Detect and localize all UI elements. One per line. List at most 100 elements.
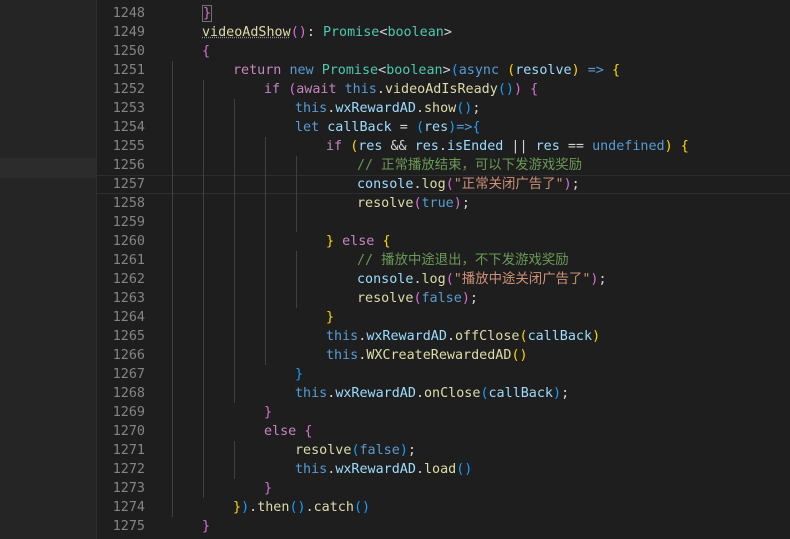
code-token: offClose — [455, 329, 520, 344]
indent-guide — [234, 289, 235, 308]
code-token: > — [442, 63, 451, 78]
code-token: . — [415, 386, 424, 401]
line-number: 1274 — [112, 500, 145, 515]
code-token: "播放中途关闭广告了" — [453, 272, 591, 287]
code-line[interactable]: 1251 return new Promise<boolean>(async (r… — [97, 61, 790, 80]
code-token: ) — [553, 386, 562, 401]
code-token: else — [334, 234, 383, 249]
code-line[interactable]: 1265 this.wxRewardAD.offClose(callBack) — [97, 327, 790, 346]
code-token: } — [326, 234, 335, 249]
code-line[interactable]: 1261 // 播放中途退出，不下发游戏奖励 — [97, 251, 790, 270]
code-line[interactable]: 1262 console.log("播放中途关闭广告了"); — [97, 270, 790, 289]
code-line[interactable]: 1258 resolve(true); — [97, 194, 790, 213]
code-line[interactable]: 1256 // 正常播放结束，可以下发游戏奖励 — [97, 156, 790, 175]
code-token: await — [296, 82, 345, 97]
code-token: { — [530, 82, 539, 97]
code-line[interactable]: 1257 console.log("正常关闭广告了"); — [97, 175, 790, 194]
code-line[interactable]: 1270 else { — [97, 422, 790, 441]
code-token: { — [611, 63, 620, 78]
code-token: ) — [513, 82, 522, 97]
indent-guide — [203, 80, 204, 99]
code-line[interactable]: 1272 this.wxRewardAD.load() — [97, 460, 790, 479]
code-token: } — [202, 5, 213, 22]
code-line[interactable]: 1255 if (res && res.isEnded || res == und… — [97, 137, 790, 156]
line-number: 1258 — [112, 196, 145, 211]
line-number: 1275 — [112, 519, 145, 534]
indent-guide — [265, 270, 266, 289]
indent-guide — [296, 251, 297, 270]
indent-guide — [234, 213, 235, 232]
code-line[interactable]: 1250 { — [97, 42, 790, 61]
code-token: . — [413, 272, 422, 287]
indent-guide — [265, 194, 266, 213]
code-token: ) — [241, 500, 250, 515]
code-token: callBack — [527, 329, 593, 344]
code-line[interactable]: 1248} — [97, 4, 790, 23]
code-text: } — [202, 4, 213, 23]
code-token: Promise — [321, 63, 379, 78]
indent-guide — [203, 479, 204, 498]
code-line[interactable]: 1275} — [97, 517, 790, 536]
indent-guide — [234, 270, 235, 289]
side-panel — [0, 0, 96, 539]
code-line[interactable]: 1267} — [97, 365, 790, 384]
line-number: 1262 — [112, 272, 145, 287]
line-number: 1269 — [112, 405, 145, 420]
code-token: < — [378, 63, 387, 78]
code-line[interactable]: 1249 videoAdShow(): Promise<boolean> — [97, 23, 790, 42]
indent-guide — [296, 194, 297, 213]
code-token: } — [295, 367, 304, 382]
code-token: { — [680, 139, 689, 154]
code-line[interactable]: 1259 — [97, 213, 790, 232]
code-token: undefined — [592, 139, 665, 154]
indent-guide — [203, 156, 204, 175]
code-token: this — [326, 348, 359, 363]
code-line[interactable]: 1253 this.wxRewardAD.show(); — [97, 99, 790, 118]
indent-guide — [203, 308, 204, 327]
code-token: load — [424, 462, 457, 477]
indent-guide — [172, 80, 173, 99]
code-token: WXCreateRewardedAD — [366, 348, 512, 363]
code-line[interactable]: 1254 let callBack = (res)=>{ — [97, 118, 790, 137]
indent-guide — [234, 251, 235, 270]
code-token: log — [421, 177, 446, 192]
line-number: 1253 — [112, 101, 145, 116]
code-line[interactable]: 1263 resolve(false); — [97, 289, 790, 308]
code-line[interactable]: 1274}).then().catch() — [97, 498, 790, 517]
code-token: if — [264, 82, 289, 97]
indent-guide — [265, 346, 266, 365]
indent-guide — [203, 289, 204, 308]
code-text: } — [264, 403, 272, 422]
code-editor[interactable]: 1248} 1249 videoAdShow(): Promise<boolean>… — [97, 0, 790, 539]
indent-guide — [234, 156, 235, 175]
code-token: res — [414, 139, 439, 154]
code-token: callBack — [488, 386, 554, 401]
code-token: () — [353, 500, 371, 515]
code-line[interactable]: 1271 resolve(false); — [97, 441, 790, 460]
code-line[interactable]: 1269} — [97, 403, 790, 422]
code-line[interactable]: 1266 this.WXCreateRewardedAD() — [97, 346, 790, 365]
indent-guide — [203, 175, 204, 194]
code-line[interactable]: 1260} else { — [97, 232, 790, 251]
code-token: || — [503, 139, 536, 154]
indent-guide — [172, 61, 173, 80]
code-token: ( — [480, 386, 489, 401]
indent-guide — [234, 346, 235, 365]
line-number: 1266 — [112, 348, 145, 363]
code-token: } — [264, 481, 273, 496]
code-token: ; — [571, 177, 580, 192]
code-token: } — [202, 519, 211, 534]
code-token: . — [376, 82, 385, 97]
code-token: ) — [563, 177, 572, 192]
code-token: onClose — [424, 386, 481, 401]
code-token: isEnded — [446, 139, 504, 154]
indent-guide — [234, 308, 235, 327]
code-line[interactable]: 1252 if (await this.videoAdIsReady()) { — [97, 80, 790, 99]
code-line[interactable]: 1264} — [97, 308, 790, 327]
code-line[interactable]: 1268 this.wxRewardAD.onClose(callBack); — [97, 384, 790, 403]
indent-guide — [265, 156, 266, 175]
indent-guide — [234, 327, 235, 346]
code-token: } — [326, 310, 335, 325]
code-token: this — [295, 101, 328, 116]
code-line[interactable]: 1273} — [97, 479, 790, 498]
